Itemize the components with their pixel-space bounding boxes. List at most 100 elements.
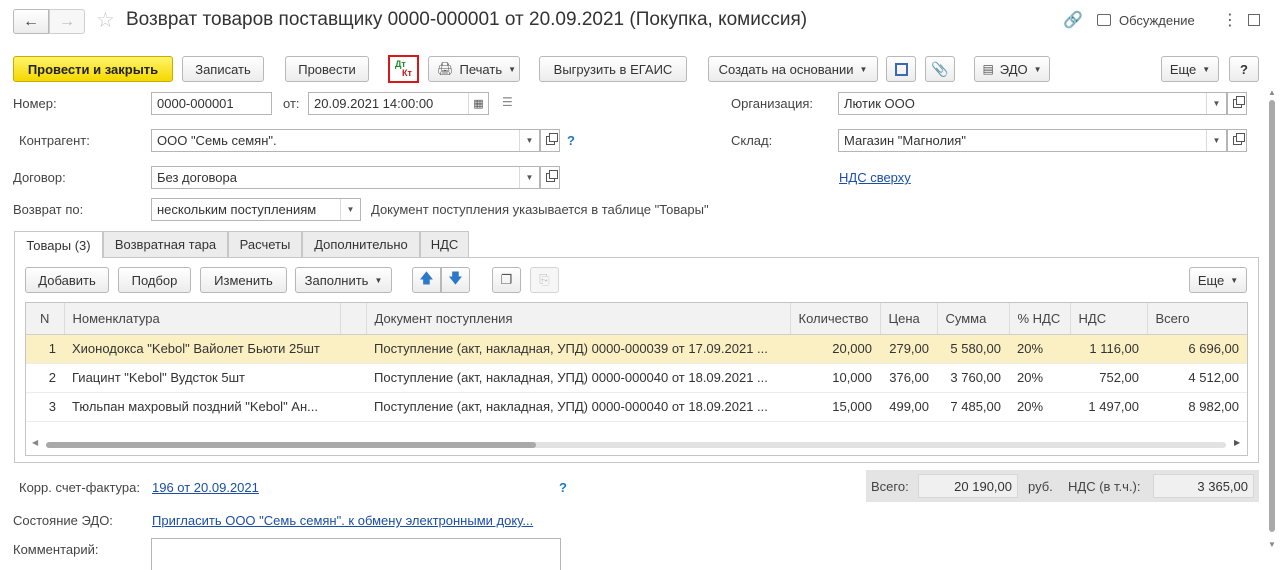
scroll-right-icon[interactable]: ▶ [1234,438,1240,447]
edo-button[interactable]: ▤ ЭДО ▼ [974,56,1050,82]
warehouse-open-button[interactable] [1227,129,1247,152]
vertical-scrollbar[interactable]: ▲ ▼ [1266,88,1278,568]
column-header-receipt-doc[interactable]: Документ поступления [366,303,791,335]
back-button[interactable]: ← [13,9,49,34]
row-receipt-doc[interactable]: Поступление (акт, накладная, УПД) 0000-0… [366,334,790,364]
corr-invoice-link[interactable]: 196 от 20.09.2021 [152,480,259,495]
row-item[interactable]: Хионодокса "Kebol" Вайолет Бьюти 25шт [64,334,366,364]
contractor-input[interactable]: ООО "Семь семян". ▼ [151,129,540,152]
scroll-up-icon[interactable]: ▲ [1268,88,1276,97]
move-up-button[interactable]: 🡅 [412,267,441,293]
print-button[interactable]: 🖨 Печать ▼ [428,56,520,82]
copy-row-button[interactable]: ❐ [492,267,521,293]
chevron-down-icon[interactable]: ▼ [340,199,360,220]
column-header-sum[interactable]: Сумма [937,303,1010,335]
paste-row-button[interactable]: ⎘ [530,267,559,293]
create-based-on-button[interactable]: Создать на основании ▼ [708,56,878,82]
row-quantity[interactable]: 10,000 [790,363,880,393]
tab-additional[interactable]: Дополнительно [302,231,420,257]
chevron-down-icon[interactable]: ▼ [1206,130,1226,151]
discussion-label[interactable]: Обсуждение [1119,13,1195,28]
column-header-price[interactable]: Цена [880,303,938,335]
favorite-star-icon[interactable]: ☆ [96,8,115,33]
fill-button[interactable]: Заполнить ▼ [295,267,392,293]
contract-input[interactable]: Без договора ▼ [151,166,540,189]
invoice-help-icon[interactable]: ? [559,480,567,495]
pick-button[interactable]: Подбор [118,267,191,293]
column-header-quantity[interactable]: Количество [790,303,881,335]
chevron-down-icon[interactable]: ▼ [519,167,539,188]
row-total[interactable]: 4 512,00 [1147,363,1247,393]
table-more-button[interactable]: Еще ▼ [1189,267,1247,293]
vat-on-top-link[interactable]: НДС сверху [839,170,911,185]
row-item[interactable]: Тюльпан махровый поздний "Kebol" Ан... [64,392,366,422]
save-button[interactable]: Записать [182,56,264,82]
chevron-down-icon[interactable]: ▼ [519,130,539,151]
add-row-button[interactable]: Добавить [25,267,109,293]
post-and-close-button[interactable]: Провести и закрыть [13,56,173,82]
row-quantity[interactable]: 20,000 [790,334,880,364]
dt-kt-button[interactable]: Дт Кт [388,55,419,83]
calendar-icon[interactable]: ▦ [468,93,488,114]
contractor-help-icon[interactable]: ? [567,133,575,148]
post-button[interactable]: Провести [285,56,369,82]
row-vat[interactable]: 1 497,00 [1070,392,1147,422]
row-vat[interactable]: 1 116,00 [1070,334,1147,364]
horizontal-scrollbar[interactable]: ◀ ▶ [26,436,1247,454]
column-header-n[interactable]: N [26,303,65,335]
upload-egais-button[interactable]: Выгрузить в ЕГАИС [539,56,687,82]
table-row[interactable]: 1 Хионодокса "Kebol" Вайолет Бьюти 25шт … [26,334,1247,364]
organization-open-button[interactable] [1227,92,1247,115]
chevron-down-icon[interactable]: ▼ [1206,93,1226,114]
row-item[interactable]: Гиацинт "Kebol" Вудсток 5шт [64,363,366,393]
vertical-scrollbar-thumb[interactable] [1269,100,1275,532]
date-input[interactable]: 20.09.2021 14:00:00 ▦ [308,92,489,115]
row-vat-rate[interactable]: 20% [1009,392,1070,422]
tab-returnable-container[interactable]: Возвратная тара [103,231,228,257]
row-sum[interactable]: 7 485,00 [937,392,1009,422]
row-vat[interactable]: 752,00 [1070,363,1147,393]
row-total[interactable]: 6 696,00 [1147,334,1247,364]
row-sum[interactable]: 3 760,00 [937,363,1009,393]
contract-open-button[interactable] [540,166,560,189]
scroll-down-icon[interactable]: ▼ [1268,540,1276,549]
contractor-open-button[interactable] [540,129,560,152]
row-price[interactable]: 279,00 [880,334,937,364]
row-total[interactable]: 8 982,00 [1147,392,1247,422]
edo-invite-link[interactable]: Пригласить ООО "Семь семян". к обмену эл… [152,513,533,528]
forward-button[interactable]: → [49,9,85,34]
return-by-select[interactable]: нескольким поступлениям ▼ [151,198,361,221]
row-receipt-doc[interactable]: Поступление (акт, накладная, УПД) 0000-0… [366,363,790,393]
maximize-icon[interactable] [1248,14,1260,26]
document-history-icon[interactable]: ☰ [502,95,513,109]
more-button[interactable]: Еще ▼ [1161,56,1219,82]
row-sum[interactable]: 5 580,00 [937,334,1009,364]
column-header-vat[interactable]: НДС [1070,303,1148,335]
row-price[interactable]: 376,00 [880,363,937,393]
column-header-vat-rate[interactable]: % НДС [1009,303,1071,335]
number-input[interactable]: 0000-000001 [151,92,272,115]
link-icon[interactable]: 🔗 [1063,10,1083,30]
tab-settlements[interactable]: Расчеты [228,231,302,257]
organization-input[interactable]: Лютик ООО ▼ [838,92,1227,115]
row-vat-rate[interactable]: 20% [1009,363,1070,393]
warehouse-input[interactable]: Магазин "Магнолия" ▼ [838,129,1227,152]
edit-row-button[interactable]: Изменить [200,267,287,293]
column-header-item[interactable]: Номенклатура [64,303,341,335]
comment-input[interactable] [151,538,561,570]
move-down-button[interactable]: 🡇 [441,267,470,293]
scroll-left-icon[interactable]: ◀ [32,438,38,447]
row-vat-rate[interactable]: 20% [1009,334,1070,364]
row-price[interactable]: 499,00 [880,392,937,422]
help-button[interactable]: ? [1229,56,1259,82]
row-receipt-doc[interactable]: Поступление (акт, накладная, УПД) 0000-0… [366,392,790,422]
menu-dots-icon[interactable]: ⋮ [1222,10,1238,30]
column-header-total[interactable]: Всего [1147,303,1247,335]
tab-goods[interactable]: Товары (3) [14,231,103,258]
structure-button[interactable] [886,56,916,82]
scrollbar-thumb[interactable] [46,442,536,448]
row-quantity[interactable]: 15,000 [790,392,880,422]
discussion-icon[interactable] [1097,14,1111,26]
table-row[interactable]: 3 Тюльпан махровый поздний "Kebol" Ан...… [26,392,1247,422]
table-row[interactable]: 2 Гиацинт "Kebol" Вудсток 5шт Поступлени… [26,363,1247,393]
